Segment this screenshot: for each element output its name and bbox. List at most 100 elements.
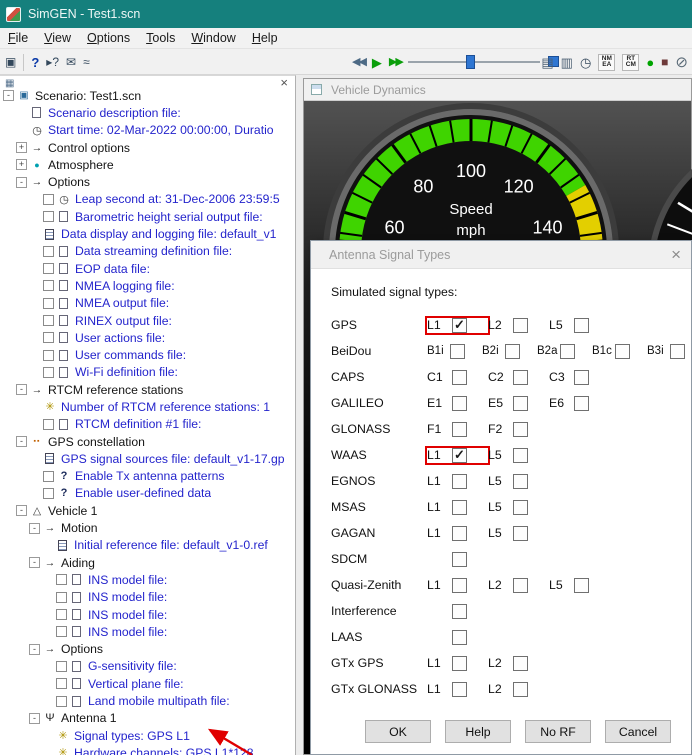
tree-checkbox[interactable] <box>56 626 67 637</box>
tree-checkbox[interactable] <box>56 696 67 707</box>
signal-checkbox[interactable] <box>513 318 528 333</box>
tree-item[interactable]: Land mobile multipath file: <box>0 692 295 709</box>
tree-checkbox[interactable] <box>43 298 54 309</box>
tree-item[interactable]: EOP data file: <box>0 260 295 277</box>
collapse-icon[interactable]: - <box>16 436 27 447</box>
tree-checkbox[interactable] <box>43 263 54 274</box>
signal-checkbox[interactable] <box>670 344 685 359</box>
tree-item[interactable]: Data display and logging file: default_v… <box>0 225 295 242</box>
signal-checkbox[interactable] <box>452 370 467 385</box>
tree-item[interactable]: NMEA output file: <box>0 295 295 312</box>
tree-item[interactable]: Initial reference file: default_v1-0.ref <box>0 537 295 554</box>
tree-checkbox[interactable] <box>43 419 54 430</box>
tree-item[interactable]: RINEX output file: <box>0 312 295 329</box>
tree-item[interactable]: GPS signal sources file: default_v1-17.g… <box>0 450 295 467</box>
signal-checkbox[interactable] <box>513 526 528 541</box>
collapse-icon[interactable]: - <box>16 177 27 188</box>
tree-item[interactable]: Barometric height serial output file: <box>0 208 295 225</box>
signal-checkbox[interactable] <box>452 500 467 515</box>
tree-item[interactable]: ✳Number of RTCM reference stations: 1 <box>0 398 295 415</box>
signal-checkbox[interactable] <box>513 448 528 463</box>
tree-item[interactable]: -▣Scenario: Test1.scn <box>0 87 295 104</box>
signal-checkbox[interactable] <box>513 370 528 385</box>
tree-item[interactable]: RTCM definition #1 file: <box>0 416 295 433</box>
tree-checkbox[interactable] <box>43 471 54 482</box>
tree-item[interactable]: -→Options <box>0 641 295 658</box>
titlebar[interactable]: SimGEN - Test1.scn <box>0 0 692 28</box>
expand-icon[interactable]: + <box>16 142 27 153</box>
tree-checkbox[interactable] <box>43 246 54 257</box>
collapse-icon[interactable]: - <box>16 505 27 516</box>
signal-icon[interactable]: ≈ <box>83 56 90 68</box>
tree-item[interactable]: -→Motion <box>0 519 295 536</box>
no-rf-icon[interactable]: ⊘ <box>675 55 688 70</box>
tree-checkbox[interactable] <box>43 367 54 378</box>
signal-checkbox[interactable] <box>574 578 589 593</box>
rtcm-toggle-icon[interactable]: RT CM <box>622 54 639 71</box>
signal-checkbox[interactable] <box>452 682 467 697</box>
collapse-icon[interactable]: - <box>29 644 40 655</box>
signal-checkbox[interactable] <box>452 552 467 567</box>
tree-checkbox[interactable] <box>43 332 54 343</box>
tree-item[interactable]: Wi-Fi definition file: <box>0 364 295 381</box>
help-icon[interactable]: ? <box>31 56 39 69</box>
tree-item[interactable]: Scenario description file: <box>0 104 295 121</box>
tree-checkbox[interactable] <box>56 609 67 620</box>
signal-checkbox[interactable] <box>452 526 467 541</box>
tile-rows-icon[interactable]: ▤ <box>541 56 553 69</box>
help-button[interactable]: Help <box>445 720 511 743</box>
ok-button[interactable]: OK <box>365 720 431 743</box>
tree-item[interactable]: INS model file: <box>0 606 295 623</box>
menu-tools[interactable]: Tools <box>138 29 183 47</box>
tree-item[interactable]: -▪▪GPS constellation <box>0 433 295 450</box>
signal-checkbox[interactable] <box>513 396 528 411</box>
tree-item[interactable]: User actions file: <box>0 329 295 346</box>
signal-checkbox[interactable] <box>513 500 528 515</box>
signal-checkbox[interactable] <box>452 578 467 593</box>
tile-columns-icon[interactable]: ▥ <box>561 56 573 69</box>
menu-window[interactable]: Window <box>183 29 243 47</box>
run-status-icon[interactable]: ● <box>646 56 654 69</box>
signal-checkbox[interactable] <box>452 474 467 489</box>
play-button[interactable]: ▶ <box>372 56 382 69</box>
vehicle-dynamics-titlebar[interactable]: Vehicle Dynamics <box>304 79 691 101</box>
signal-checkbox[interactable] <box>560 344 575 359</box>
signal-checkbox[interactable] <box>505 344 520 359</box>
tree-checkbox[interactable] <box>43 280 54 291</box>
tree-item[interactable]: -→Aiding <box>0 554 295 571</box>
tree-checkbox[interactable] <box>56 678 67 689</box>
nmea-toggle-icon[interactable]: NM EA <box>598 54 615 71</box>
signal-checkbox[interactable] <box>574 318 589 333</box>
signal-checkbox[interactable] <box>452 318 467 333</box>
tree-item[interactable]: ?Enable user-defined data <box>0 485 295 502</box>
tree-item[interactable]: INS model file: <box>0 589 295 606</box>
time-slider[interactable] <box>408 49 540 75</box>
menu-help[interactable]: Help <box>244 29 286 47</box>
tree-checkbox[interactable] <box>56 661 67 672</box>
rewind-button[interactable]: ◀◀ <box>352 57 365 68</box>
signal-checkbox[interactable] <box>452 604 467 619</box>
mail-icon[interactable]: ✉ <box>66 56 76 68</box>
signal-checkbox[interactable] <box>574 396 589 411</box>
tree-item[interactable]: INS model file: <box>0 623 295 640</box>
stop-icon[interactable]: ■ <box>661 56 668 68</box>
collapse-icon[interactable]: - <box>29 713 40 724</box>
collapse-icon[interactable]: - <box>29 523 40 534</box>
dialog-close-icon[interactable]: × <box>671 246 681 263</box>
tree-item[interactable]: INS model file: <box>0 571 295 588</box>
signal-checkbox[interactable] <box>452 422 467 437</box>
signal-checkbox[interactable] <box>574 370 589 385</box>
menu-file[interactable]: File <box>0 29 36 47</box>
tree-checkbox[interactable] <box>43 350 54 361</box>
signal-checkbox[interactable] <box>452 396 467 411</box>
no-rf-button[interactable]: No RF <box>525 720 591 743</box>
signal-checkbox[interactable] <box>452 656 467 671</box>
clock-icon[interactable]: ◷ <box>580 56 591 69</box>
tree-checkbox[interactable] <box>56 574 67 585</box>
tree-item[interactable]: User commands file: <box>0 346 295 363</box>
tree-checkbox[interactable] <box>43 488 54 499</box>
menu-options[interactable]: Options <box>79 29 138 47</box>
tree-item[interactable]: NMEA logging file: <box>0 277 295 294</box>
tree-item[interactable]: ◷Start time: 02-Mar-2022 00:00:00, Durat… <box>0 122 295 139</box>
signal-checkbox[interactable] <box>615 344 630 359</box>
